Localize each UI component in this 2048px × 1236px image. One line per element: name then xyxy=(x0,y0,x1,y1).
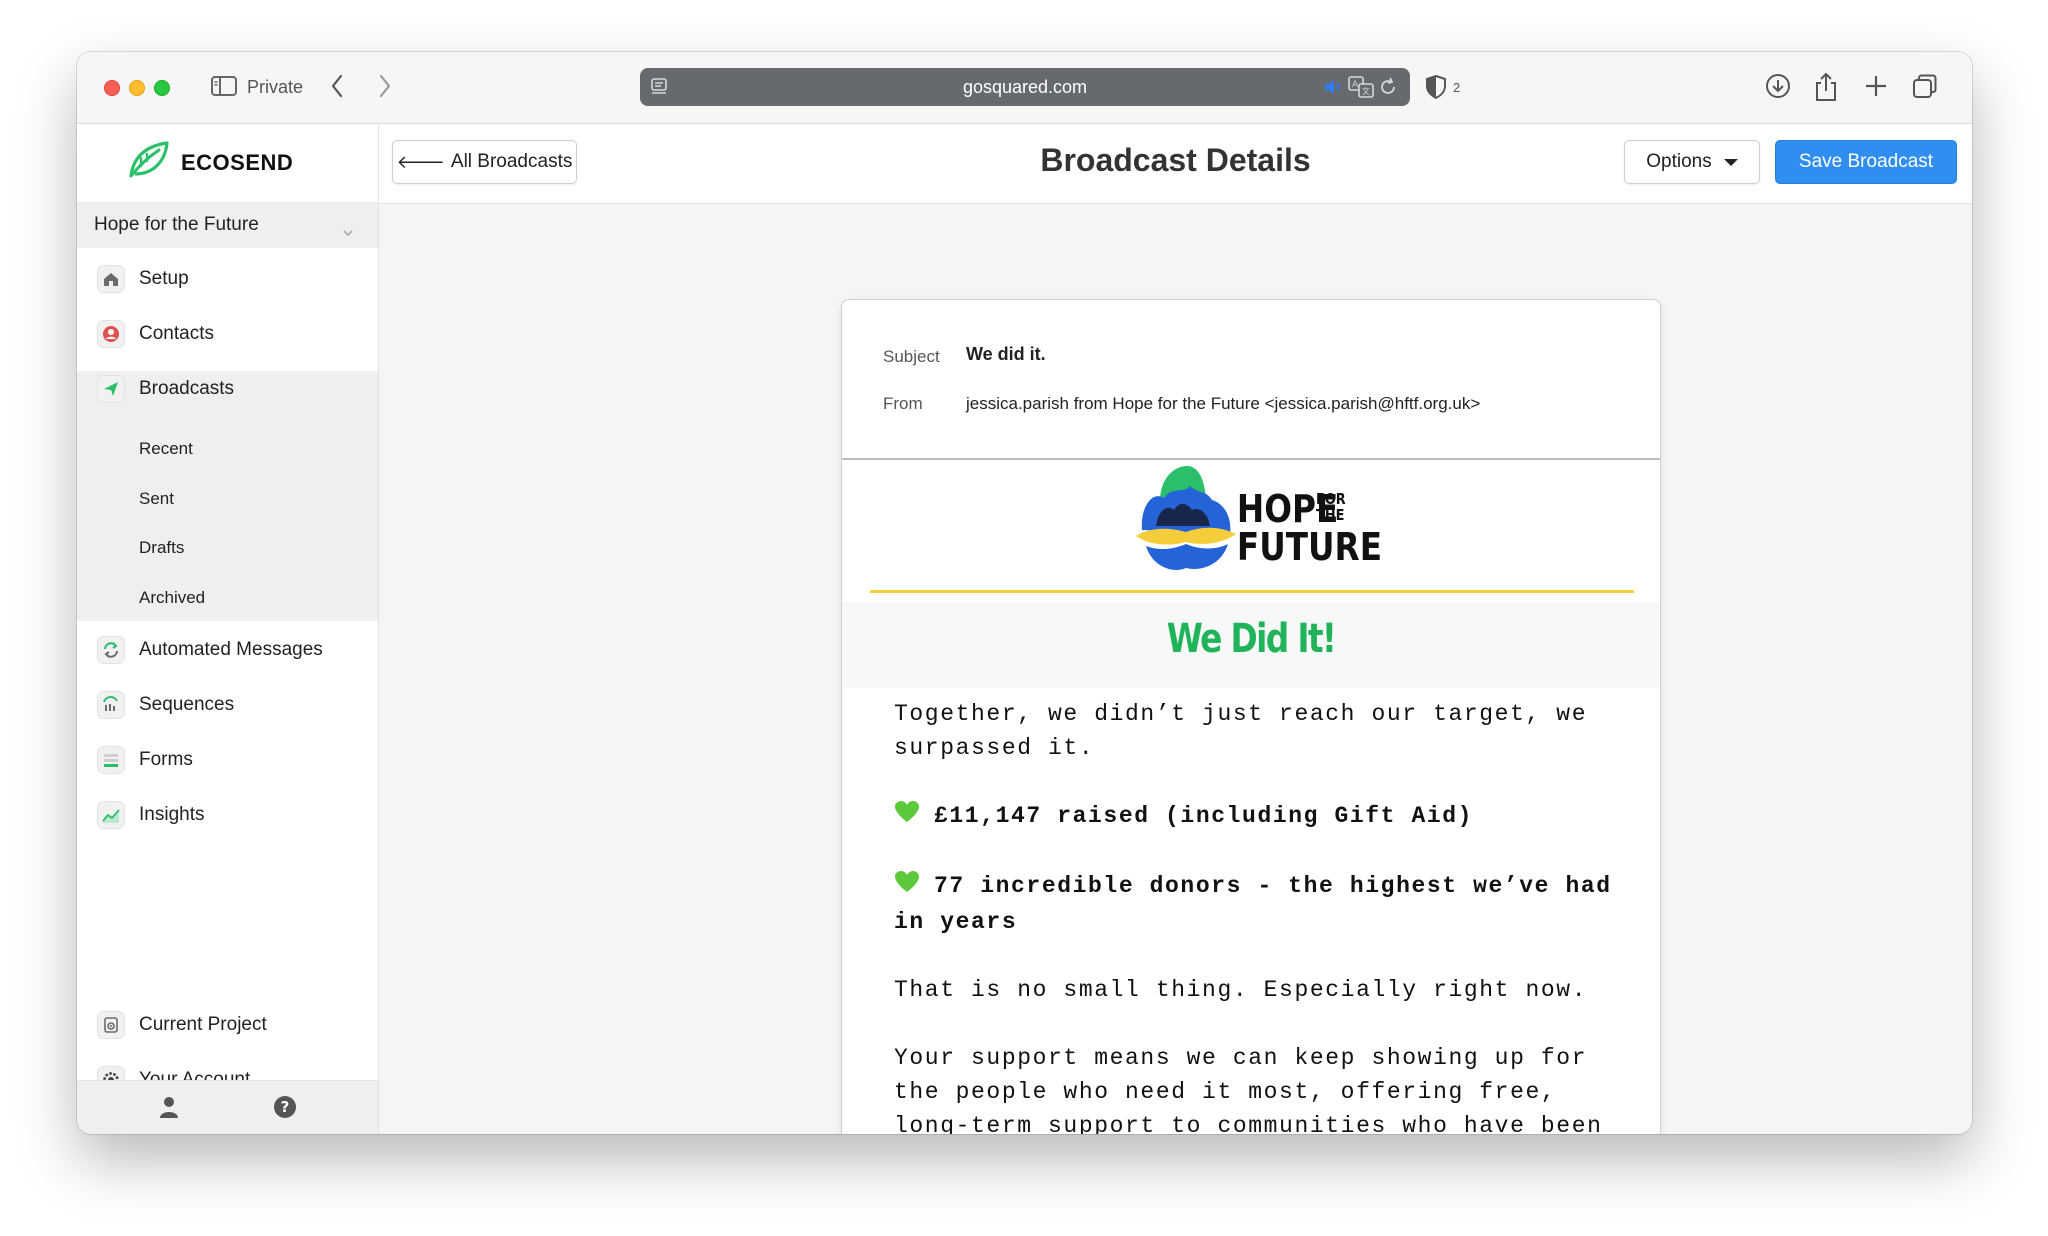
svg-text:A: A xyxy=(1352,80,1359,90)
logo-text-future: FUTURE xyxy=(1237,526,1382,570)
from-label: From xyxy=(883,394,923,413)
stat-paragraph: 77 incredible donors - the highest we’ve… xyxy=(894,869,1624,939)
download-icon[interactable] xyxy=(1764,72,1792,105)
paragraph: That is no small thing. Especially right… xyxy=(894,977,1588,1003)
project-selector[interactable]: Hope for the Future xyxy=(77,202,378,248)
sidebar-item-label: Setup xyxy=(139,268,189,289)
browser-titlebar: Private gosquared.com A文 2 xyxy=(77,52,1972,124)
svg-text:文: 文 xyxy=(1362,86,1370,96)
tab-overview-icon[interactable] xyxy=(1911,72,1939,105)
email-meta: Subject We did it. From jessica.parish f… xyxy=(842,300,1660,460)
project-name: Hope for the Future xyxy=(94,214,259,235)
sidebar-item-label: Sequences xyxy=(139,694,235,715)
sidebar-subitem-recent[interactable]: Recent xyxy=(139,439,193,459)
logo-text-the: THE xyxy=(1316,507,1344,524)
sidebar-item-forms[interactable]: Forms xyxy=(77,733,378,787)
brand-name: ECOSEND xyxy=(181,149,294,175)
sidebar-item-contacts[interactable]: Contacts xyxy=(77,307,378,361)
sidebar-item-sequences[interactable]: Sequences xyxy=(77,678,378,732)
sidebar-item-label: Insights xyxy=(139,804,205,825)
sidebar-item-broadcasts[interactable]: Broadcasts xyxy=(77,362,378,416)
subject-label: Subject xyxy=(883,347,940,366)
from-value: jessica.parish from Hope for the Future … xyxy=(966,394,1481,413)
new-tab-icon[interactable] xyxy=(1863,72,1889,105)
audio-icon[interactable] xyxy=(1324,80,1342,99)
sidebar-subitem-sent[interactable]: Sent xyxy=(139,489,174,509)
repeat-icon xyxy=(97,636,125,664)
browser-window: Private gosquared.com A文 2 ECOSEND Hope … xyxy=(77,52,1972,1134)
send-icon xyxy=(97,375,125,403)
contact-icon xyxy=(97,320,125,348)
sidebar-item-label: Current Project xyxy=(139,1014,267,1035)
shield-icon[interactable] xyxy=(1425,74,1447,104)
options-label: Options xyxy=(1646,151,1712,172)
form-icon xyxy=(97,746,125,774)
app-sidebar: ECOSEND Hope for the Future Setup Contac… xyxy=(77,124,379,1134)
leaf-logo-icon xyxy=(127,140,171,185)
email-headline: We Did It! xyxy=(1166,616,1337,662)
sidebar-item-label: Automated Messages xyxy=(139,639,323,660)
close-window-button[interactable] xyxy=(104,80,120,96)
svg-text:?: ? xyxy=(281,1098,290,1116)
minimize-window-button[interactable] xyxy=(129,80,145,96)
brand-logo[interactable]: ECOSEND xyxy=(127,140,293,185)
sidebar-footer: ? xyxy=(77,1080,378,1134)
user-icon[interactable] xyxy=(157,1095,181,1124)
stat-text: 77 incredible donors - the highest we’ve… xyxy=(894,873,1612,935)
sequence-icon xyxy=(97,691,125,719)
subject-value: We did it. xyxy=(966,344,1046,364)
home-icon xyxy=(97,265,125,293)
help-icon[interactable]: ? xyxy=(273,1095,297,1124)
logo-divider xyxy=(870,590,1634,593)
back-chevron-icon[interactable] xyxy=(329,72,345,105)
reload-icon[interactable] xyxy=(1378,77,1398,102)
stat-paragraph: £11,147 raised (including Gift Aid) xyxy=(894,799,1624,835)
forward-chevron-icon[interactable] xyxy=(377,72,393,105)
tracker-count: 2 xyxy=(1453,80,1461,95)
paragraph: Your support means we can keep showing u… xyxy=(894,1045,1603,1134)
sidebar-item-insights[interactable]: Insights xyxy=(77,788,378,842)
email-body-text: Together, we didn’t just reach our targe… xyxy=(894,697,1624,1134)
email-body: HOPE FOR THE FUTURE We Did It! Together,… xyxy=(842,462,1660,1134)
options-dropdown[interactable]: Options xyxy=(1624,140,1760,184)
project-icon xyxy=(97,1011,125,1039)
sidebar-item-setup[interactable]: Setup xyxy=(77,252,378,306)
logo-text-for: FOR xyxy=(1316,491,1346,508)
private-label: Private xyxy=(247,77,304,97)
email-preview: Subject We did it. From jessica.parish f… xyxy=(841,299,1661,1134)
sidebar-item-label: Contacts xyxy=(139,323,214,344)
sidebar-item-label: Forms xyxy=(139,749,193,770)
chart-icon xyxy=(97,801,125,829)
url-text: gosquared.com xyxy=(962,77,1088,97)
share-icon[interactable] xyxy=(1813,72,1839,107)
page-header: 🡐 All Broadcasts Broadcast Details Optio… xyxy=(379,124,1972,204)
sidebar-toggle-icon[interactable] xyxy=(211,75,237,102)
sidebar-subitem-archived[interactable]: Archived xyxy=(139,588,205,608)
address-bar[interactable]: gosquared.com A文 xyxy=(640,68,1410,106)
sidebar-item-current-project[interactable]: Current Project xyxy=(77,998,378,1052)
sidebar-item-label: Broadcasts xyxy=(139,378,235,399)
translate-icon[interactable]: A文 xyxy=(1348,76,1374,103)
hope-for-the-future-logo: HOPE FOR THE FUTURE xyxy=(1132,464,1382,589)
stat-text: £11,147 raised (including Gift Aid) xyxy=(934,803,1474,829)
save-broadcast-button[interactable]: Save Broadcast xyxy=(1775,140,1957,184)
zoom-window-button[interactable] xyxy=(154,80,170,96)
caret-down-icon xyxy=(1723,158,1738,166)
sidebar-subitem-drafts[interactable]: Drafts xyxy=(139,538,184,558)
green-heart-icon xyxy=(894,800,920,835)
sidebar-item-automated-messages[interactable]: Automated Messages xyxy=(77,623,378,677)
chevron-down-icon xyxy=(342,224,354,242)
main-content: 🡐 All Broadcasts Broadcast Details Optio… xyxy=(379,124,1972,1134)
paragraph: Together, we didn’t just reach our targe… xyxy=(894,701,1588,761)
headline-band: We Did It! xyxy=(842,602,1660,688)
green-heart-icon xyxy=(894,870,920,905)
